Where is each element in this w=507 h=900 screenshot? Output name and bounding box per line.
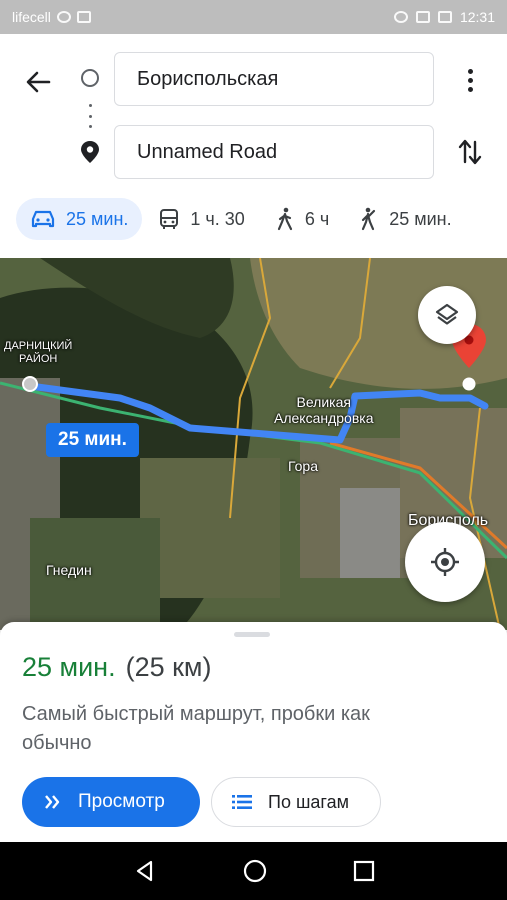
nav-back-icon[interactable] xyxy=(133,859,157,883)
origin-text: Бориспольская xyxy=(137,67,279,90)
origin-circle-icon xyxy=(81,69,99,87)
car-icon xyxy=(31,210,55,228)
tab-walking[interactable]: 6 ч xyxy=(261,198,343,240)
map-label-gnedin: Гнедин xyxy=(46,562,92,578)
route-distance: (25 км) xyxy=(125,652,212,682)
destination-input[interactable]: Unnamed Road xyxy=(114,125,434,179)
drag-handle[interactable] xyxy=(234,632,270,637)
preview-button[interactable]: Просмотр xyxy=(22,777,200,827)
status-icons: 12:31 xyxy=(393,9,495,25)
tab-transit-label: 1 ч. 30 xyxy=(190,208,245,229)
nav-recents-icon[interactable] xyxy=(353,860,375,882)
nav-home-icon[interactable] xyxy=(242,858,268,884)
route-duration-badge[interactable]: 25 мин. xyxy=(46,423,139,457)
map-label-gora: Гора xyxy=(288,458,319,474)
bus-icon xyxy=(160,209,179,229)
map-label-darnytskyi: ДАРНИЦКИЙ РАЙОН xyxy=(4,340,73,365)
tab-ride-hail[interactable]: 25 мин. xyxy=(345,198,465,240)
map-label-velykaya: Великая Александровка xyxy=(274,394,374,427)
back-button[interactable] xyxy=(20,64,56,100)
tab-driving[interactable]: 25 мин. xyxy=(16,198,143,240)
carrier-name: lifecell xyxy=(12,9,51,25)
status-time: 12:31 xyxy=(459,9,495,25)
tab-walking-label: 6 ч xyxy=(304,208,330,229)
swap-directions-button[interactable] xyxy=(455,136,485,168)
tab-transit[interactable]: 1 ч. 30 xyxy=(144,198,258,240)
origin-input[interactable]: Бориспольская xyxy=(114,52,434,106)
tab-driving-label: 25 мин. xyxy=(66,208,129,229)
walk-icon xyxy=(277,207,292,231)
status-bar: lifecell 12:31 xyxy=(0,0,507,34)
carrier-group: lifecell xyxy=(12,9,91,25)
list-icon xyxy=(232,795,252,809)
arrow-back-icon xyxy=(26,71,51,93)
steps-button[interactable]: По шагам xyxy=(211,777,381,827)
route-summary: 25 мин. (25 км) xyxy=(22,652,212,683)
ride-hail-icon xyxy=(362,207,376,231)
route-duration: 25 мин. xyxy=(22,652,116,682)
my-location-button[interactable] xyxy=(405,522,485,602)
wifi-call-icon xyxy=(56,11,71,23)
layers-icon xyxy=(435,303,459,325)
destination-text: Unnamed Road xyxy=(137,140,278,163)
route-description: Самый быстрый маршрут, пробки как обычно xyxy=(22,703,370,754)
route-connector-icon xyxy=(88,104,92,128)
directions-header: Бориспольская Unnamed Road 25 мин. 1 ч. … xyxy=(0,34,507,258)
battery-icon xyxy=(437,11,452,23)
tab-ride-hail-label: 25 мин. xyxy=(389,208,452,229)
travel-mode-tabs: 25 мин. 1 ч. 30 6 ч 25 мин. xyxy=(0,194,507,244)
double-chevron-icon xyxy=(45,795,60,809)
destination-pin-icon xyxy=(81,141,99,163)
notification-icon xyxy=(76,11,91,23)
steps-label: По шагам xyxy=(268,791,349,812)
layers-button[interactable] xyxy=(418,286,476,344)
preview-label: Просмотр xyxy=(78,791,165,812)
crosshair-icon xyxy=(431,548,459,576)
signal-icon xyxy=(415,11,430,23)
map-view[interactable]: ДАРНИЦКИЙ РАЙОН Великая Александровка Гора… xyxy=(0,258,507,630)
more-options-button[interactable] xyxy=(455,62,485,98)
route-details-sheet: 25 мин. (25 км) Самый быстрый маршрут, пр… xyxy=(0,622,507,842)
location-icon xyxy=(393,11,408,23)
system-navigation-bar xyxy=(0,842,507,900)
